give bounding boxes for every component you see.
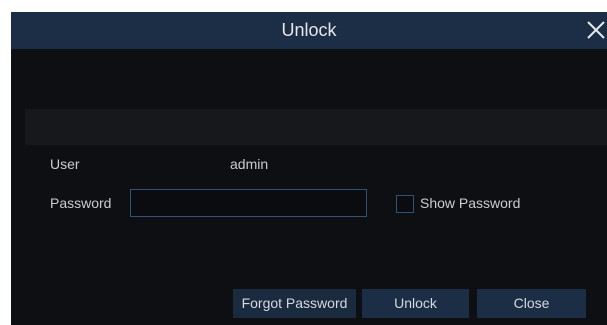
unlock-button[interactable]: Unlock	[362, 289, 469, 318]
dialog-title: Unlock	[281, 20, 337, 40]
user-label: User	[50, 156, 80, 172]
show-password-label[interactable]: Show Password	[420, 194, 520, 212]
password-input[interactable]	[130, 189, 367, 217]
unlock-dialog: Unlock User admin Password Show Password…	[11, 12, 607, 325]
close-button[interactable]: Close	[477, 289, 586, 318]
title-bar: Unlock	[11, 12, 607, 49]
password-label: Password	[50, 195, 112, 211]
user-value: admin	[230, 156, 269, 172]
header-band	[25, 109, 607, 145]
close-icon[interactable]	[585, 18, 607, 42]
forgot-password-button[interactable]: Forgot Password	[233, 289, 356, 318]
show-password-checkbox[interactable]	[396, 195, 414, 213]
